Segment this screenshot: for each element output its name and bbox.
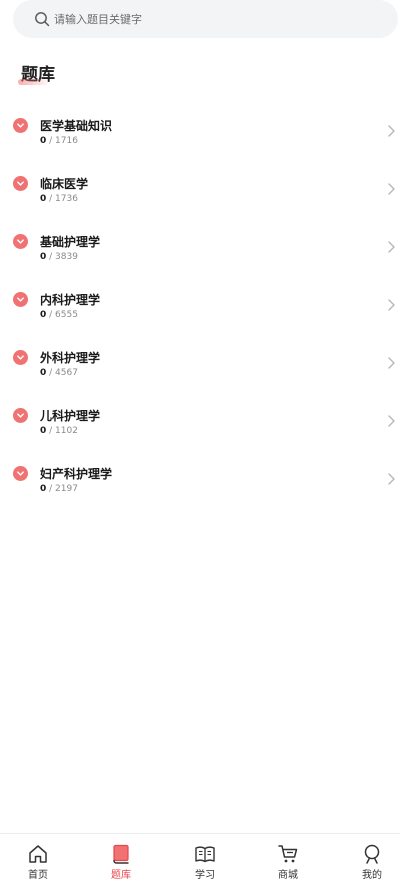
answered-count: 0: [40, 310, 47, 320]
subject-name: 基础护理学: [40, 235, 101, 249]
expand-chevron-icon[interactable]: [13, 292, 28, 307]
answered-count: 0: [40, 252, 47, 262]
subject-item-internal-nursing[interactable]: 内科护理学 0 / 6555: [0, 276, 400, 334]
total-count: / 3839: [49, 252, 78, 262]
expand-chevron-icon[interactable]: [13, 466, 28, 481]
cart-icon: [278, 845, 298, 863]
user-icon: [364, 844, 380, 864]
subject-item-medical-basics[interactable]: 医学基础知识 0 / 1716: [0, 102, 400, 160]
subject-name: 外科护理学: [40, 351, 101, 365]
expand-chevron-icon[interactable]: [13, 176, 28, 191]
tab-mall-label: 商城: [278, 870, 298, 881]
expand-chevron-icon[interactable]: [13, 408, 28, 423]
chevron-right-icon: [388, 357, 395, 369]
book-icon: [113, 844, 129, 864]
subject-item-obstetric-nursing[interactable]: 妇产科护理学 0 / 2197: [0, 450, 400, 508]
tab-study-label: 学习: [195, 870, 215, 881]
tab-question-bank-label: 题库: [111, 870, 131, 881]
subject-progress: 0 / 2197: [40, 484, 78, 494]
question-bank-page: 题库 医学基础知识 0 / 1716 临床医学 0 / 1736 基础护理学 0…: [0, 0, 400, 886]
tab-mine-label: 我的: [362, 870, 382, 881]
subject-item-pediatric-nursing[interactable]: 儿科护理学 0 / 1102: [0, 392, 400, 450]
subject-progress: 0 / 1736: [40, 194, 78, 204]
total-count: / 1736: [49, 194, 78, 204]
chevron-right-icon: [388, 241, 395, 253]
chevron-right-icon: [388, 473, 395, 485]
open-book-icon: [195, 846, 215, 863]
total-count: / 6555: [49, 310, 78, 320]
expand-chevron-icon[interactable]: [13, 234, 28, 249]
subject-progress: 0 / 1716: [40, 136, 78, 146]
subject-name: 医学基础知识: [40, 119, 113, 133]
chevron-right-icon: [388, 183, 395, 195]
subject-item-basic-nursing[interactable]: 基础护理学 0 / 3839: [0, 218, 400, 276]
subject-progress: 0 / 4567: [40, 368, 78, 378]
expand-chevron-icon[interactable]: [13, 350, 28, 365]
tab-study[interactable]: 学习: [175, 834, 235, 886]
subject-progress: 0 / 6555: [40, 310, 78, 320]
tab-mall[interactable]: 商城: [258, 834, 318, 886]
search-icon: [35, 12, 50, 27]
search-bar[interactable]: [13, 0, 398, 38]
subject-name: 临床医学: [40, 177, 89, 191]
subject-list: 医学基础知识 0 / 1716 临床医学 0 / 1736 基础护理学 0 / …: [0, 102, 400, 508]
tab-mine[interactable]: 我的: [342, 834, 400, 886]
subject-progress: 0 / 3839: [40, 252, 78, 262]
answered-count: 0: [40, 426, 47, 436]
answered-count: 0: [40, 136, 47, 146]
total-count: / 1102: [49, 426, 78, 436]
subject-progress: 0 / 1102: [40, 426, 78, 436]
answered-count: 0: [40, 194, 47, 204]
bottom-tab-bar: 首页 题库 学习 商城 我的: [0, 833, 400, 886]
subject-item-clinical-medicine[interactable]: 临床医学 0 / 1736: [0, 160, 400, 218]
answered-count: 0: [40, 484, 47, 494]
chevron-right-icon: [388, 415, 395, 427]
expand-chevron-icon[interactable]: [13, 118, 28, 133]
subject-name: 内科护理学: [40, 293, 101, 307]
tab-question-bank[interactable]: 题库: [91, 834, 151, 886]
total-count: / 1716: [49, 136, 78, 146]
chevron-right-icon: [388, 299, 395, 311]
subject-name: 儿科护理学: [40, 409, 101, 423]
subject-name: 妇产科护理学: [40, 467, 113, 481]
total-count: / 2197: [49, 484, 78, 494]
search-input[interactable]: [54, 12, 354, 26]
tab-home[interactable]: 首页: [8, 834, 68, 886]
subject-item-surgical-nursing[interactable]: 外科护理学 0 / 4567: [0, 334, 400, 392]
answered-count: 0: [40, 368, 47, 378]
tab-home-label: 首页: [28, 870, 48, 881]
home-icon: [29, 845, 47, 863]
total-count: / 4567: [49, 368, 78, 378]
chevron-right-icon: [388, 125, 395, 137]
title-underline: [18, 79, 48, 85]
